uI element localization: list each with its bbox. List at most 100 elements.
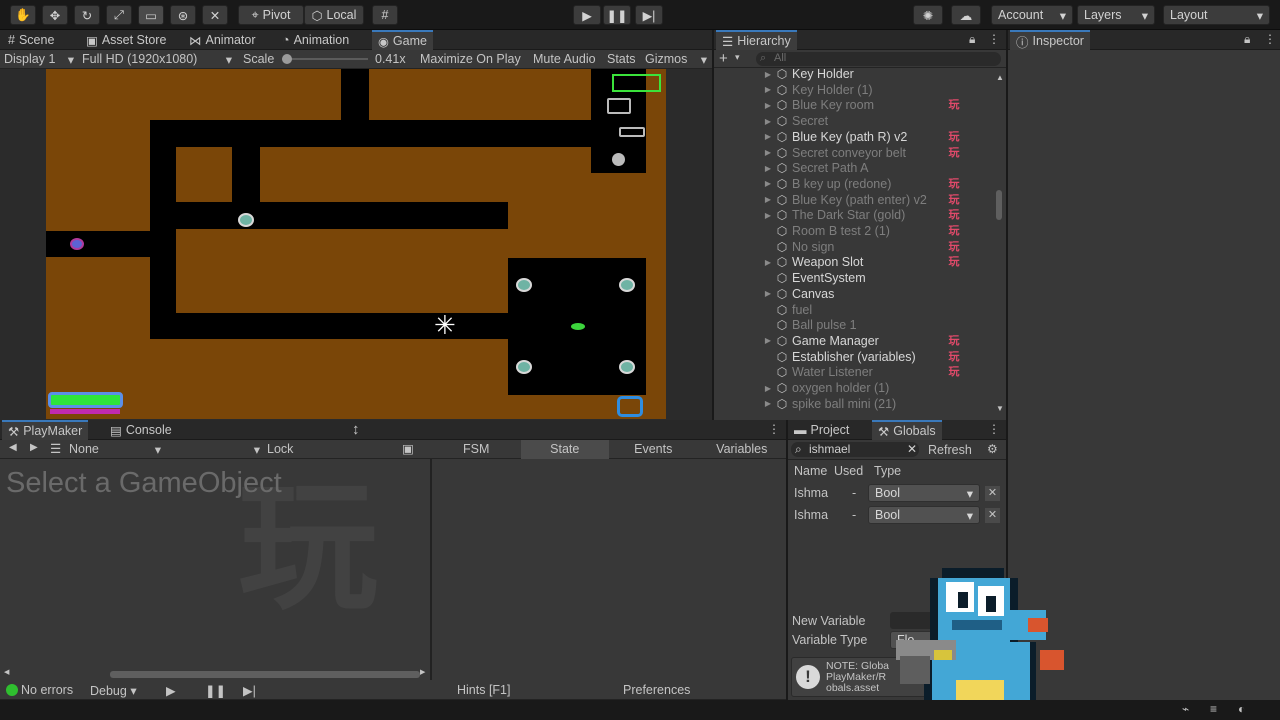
hierarchy-item[interactable]: ▶ ⬡ Blue Key room 玩 — [714, 97, 992, 113]
expand-arrow-icon[interactable]: ▶ — [762, 384, 774, 393]
tab-game[interactable]: ◉ Game — [372, 30, 433, 50]
hierarchy-item[interactable]: ⬡ Ball pulse 1 — [714, 317, 992, 333]
rect-tool-icon[interactable]: ▭ — [138, 5, 164, 25]
layout-dropdown[interactable]: Layout ▾ — [1163, 5, 1270, 25]
tab-animator[interactable]: ⋈ Animator — [183, 30, 262, 50]
hierarchy-item[interactable]: ▶ ⬡ Key Holder — [714, 68, 992, 82]
tab-inspector[interactable]: ⓘ Inspector — [1010, 30, 1090, 50]
expand-arrow-icon[interactable]: ▶ — [762, 258, 774, 267]
refresh-button[interactable]: Refresh — [928, 443, 972, 457]
pivot-toggle[interactable]: ⌖ Pivot — [238, 5, 304, 25]
tab-console[interactable]: ▤ Console — [104, 420, 178, 440]
expand-arrow-icon[interactable]: ▶ — [762, 70, 774, 79]
tab-variables[interactable]: Variables — [698, 440, 787, 459]
rotate-tool-icon[interactable]: ↻ — [74, 5, 100, 25]
expand-arrow-icon[interactable]: ▶ — [762, 117, 774, 126]
hierarchy-item[interactable]: ▶ ⬡ Key Holder (1) — [714, 82, 992, 98]
delete-variable-icon[interactable]: ✕ — [985, 508, 1000, 523]
display-dropdown[interactable]: Display 1 ▾ — [4, 52, 74, 67]
variable-name[interactable]: Ishma — [794, 486, 828, 500]
scrollbar-thumb[interactable] — [110, 671, 420, 678]
hierarchy-item[interactable]: ▶ ⬡ Canvas — [714, 286, 992, 302]
expand-arrow-icon[interactable]: ▶ — [762, 211, 774, 220]
hierarchy-item[interactable]: ▶ ⬡ B key up (redone) 玩 — [714, 176, 992, 192]
preferences-button[interactable]: Preferences — [623, 683, 690, 697]
scroll-right-icon[interactable]: ▶ — [420, 668, 425, 676]
scrollbar-thumb[interactable] — [996, 190, 1002, 220]
expand-arrow-icon[interactable]: ▶ — [762, 132, 774, 141]
scroll-down-icon[interactable]: ▼ — [996, 404, 1004, 413]
variable-type-dropdown[interactable]: Bool ▾ — [868, 506, 980, 524]
scroll-left-icon[interactable]: ◀ — [4, 668, 9, 676]
clear-search-icon[interactable]: ✕ — [907, 442, 917, 456]
graph-view-icon[interactable]: ▣ — [402, 441, 414, 456]
variable-type-dropdown[interactable]: Bool ▾ — [868, 484, 980, 502]
scale-slider-thumb[interactable] — [282, 54, 292, 64]
globals-row[interactable]: Ishma - Bool ▾ ✕ — [788, 482, 1006, 504]
tab-scene[interactable]: # Scene — [2, 30, 60, 50]
hierarchy-search-input[interactable]: ⌕ All — [756, 52, 1001, 66]
hints-button[interactable]: Hints [F1] — [457, 683, 511, 697]
tab-state[interactable]: State — [520, 440, 609, 459]
hierarchy-item[interactable]: ⬡ EventSystem — [714, 270, 992, 286]
horizontal-scrollbar[interactable]: ◀ ▶ — [4, 668, 428, 678]
add-icon[interactable]: + — [719, 50, 728, 67]
stats-toggle[interactable]: Stats — [607, 52, 636, 66]
expand-arrow-icon[interactable]: ▶ — [762, 164, 774, 173]
more-options-icon[interactable]: ⋮ — [988, 32, 1000, 46]
tab-animation[interactable]: ◔ Animation — [276, 30, 355, 50]
grid-snap-icon[interactable]: # — [372, 5, 398, 25]
cloud-icon[interactable]: ☁ — [951, 5, 981, 25]
hierarchy-item[interactable]: ▶ ⬡ Weapon Slot 玩 — [714, 254, 992, 270]
custom-tool-icon[interactable]: ✕ — [202, 5, 228, 25]
hierarchy-item[interactable]: ⬡ Room B test 2 (1) 玩 — [714, 223, 992, 239]
lock-icon[interactable]: 🔒︎ — [969, 32, 975, 47]
hierarchy-item[interactable]: ▶ ⬡ Secret Path A — [714, 160, 992, 176]
hierarchy-item[interactable]: ▶ ⬡ oxygen holder (1) — [714, 380, 992, 396]
hierarchy-item[interactable]: ▶ ⬡ Blue Key (path R) v2 玩 — [714, 129, 992, 145]
gizmos-dropdown[interactable]: Gizmos ▾ — [645, 52, 707, 67]
menu-icon[interactable]: ☰ — [50, 441, 61, 456]
local-toggle[interactable]: ⬡ Local — [304, 5, 364, 25]
tab-asset-store[interactable]: ▣ Asset Store — [80, 30, 172, 50]
hierarchy-item[interactable]: ▶ ⬡ Secret conveyor belt 玩 — [714, 145, 992, 161]
delete-variable-icon[interactable]: ✕ — [985, 486, 1000, 501]
lock-icon[interactable]: 🔒︎ — [1244, 32, 1250, 47]
scale-tool-icon[interactable]: ⤢ — [106, 5, 132, 25]
collab-icon[interactable]: ✺ — [913, 5, 943, 25]
mute-audio-toggle[interactable]: Mute Audio — [533, 52, 596, 66]
expand-arrow-icon[interactable]: ▶ — [762, 336, 774, 345]
more-options-icon[interactable]: ⋮ — [768, 422, 780, 436]
maximize-on-play-toggle[interactable]: Maximize On Play — [420, 52, 521, 66]
tab-globals[interactable]: ⚒ Globals — [872, 420, 942, 440]
hierarchy-item[interactable]: ▶ ⬡ Game Manager 玩 — [714, 333, 992, 349]
lock-toggle[interactable]: Lock — [267, 442, 293, 456]
globals-row[interactable]: Ishma - Bool ▾ ✕ — [788, 504, 1006, 526]
pause-button[interactable]: ❚❚ — [603, 5, 631, 25]
expand-arrow-icon[interactable]: ▶ — [762, 101, 774, 110]
tab-fsm[interactable]: FSM — [432, 440, 521, 459]
play-icon[interactable]: ▶ — [166, 683, 176, 698]
hierarchy-scrollbar[interactable]: ▲ ▼ — [994, 68, 1004, 420]
play-button[interactable]: ▶ — [573, 5, 601, 25]
move-tool-icon[interactable]: ✥ — [42, 5, 68, 25]
tab-hierarchy[interactable]: ☰ Hierarchy — [716, 30, 797, 50]
hierarchy-item[interactable]: ⬡ fuel — [714, 302, 992, 318]
hierarchy-item[interactable]: ▶ ⬡ Secret — [714, 113, 992, 129]
globals-search-input[interactable]: ⌕ ishmael ✕ — [791, 442, 919, 457]
scale-slider[interactable] — [282, 54, 368, 64]
back-arrow-icon[interactable]: ◀ — [9, 442, 17, 453]
gameobject-selector[interactable]: None ▾ — [69, 442, 161, 457]
layers-dropdown[interactable]: Layers ▾ — [1077, 5, 1155, 25]
hierarchy-item[interactable]: ⬡ No sign 玩 — [714, 239, 992, 255]
step-button[interactable]: ▶| — [635, 5, 663, 25]
more-options-icon[interactable]: ⋮ — [1264, 32, 1276, 46]
account-dropdown[interactable]: Account ▾ — [991, 5, 1073, 25]
step-icon[interactable]: ▶| — [243, 683, 256, 698]
chevron-down-icon[interactable]: ▾ — [735, 52, 740, 63]
hand-tool-icon[interactable]: ✋ — [10, 5, 36, 25]
tab-events[interactable]: Events — [609, 440, 698, 459]
hierarchy-item[interactable]: ▶ ⬡ Blue Key (path enter) v2 玩 — [714, 192, 992, 208]
tab-project[interactable]: ▬ Project — [788, 420, 855, 440]
expand-arrow-icon[interactable]: ▶ — [762, 195, 774, 204]
